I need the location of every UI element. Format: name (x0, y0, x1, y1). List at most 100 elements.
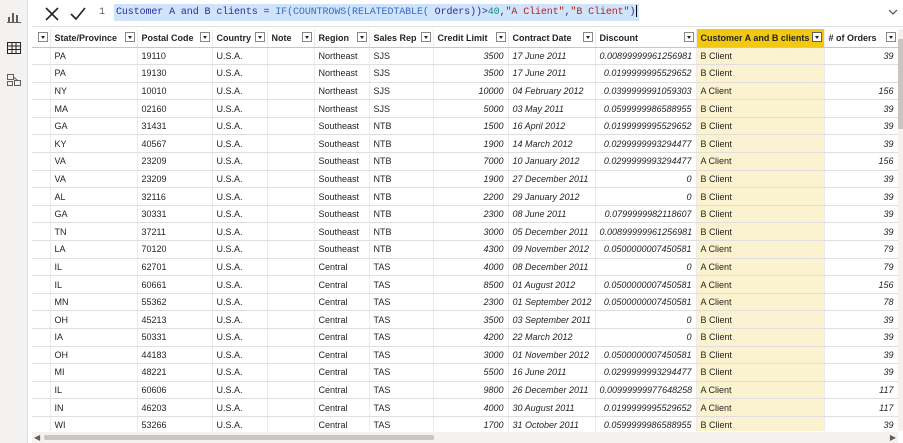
table-cell[interactable]: U.S.A. (212, 258, 268, 277)
table-row[interactable]: PA 19110 U.S.A. Northeast SJS 3500 17 June 201… (32, 47, 898, 66)
table-cell[interactable]: B Client (696, 328, 825, 347)
table-cell[interactable]: 3500 (433, 310, 509, 329)
table-cell[interactable] (267, 310, 315, 329)
table-row[interactable]: KY 40567 U.S.A. Southeast NTB 1900 14 March 20… (32, 134, 898, 154)
table-cell[interactable]: KY (50, 134, 138, 154)
dax-formula-input[interactable]: Customer A and B clients = IF(COUNTROWS(… (114, 4, 640, 21)
filter-dropdown-icon[interactable] (582, 32, 593, 42)
table-cell[interactable] (32, 99, 51, 118)
table-cell[interactable]: 39 (824, 363, 898, 382)
table-cell[interactable]: Southeast (314, 222, 370, 242)
table-cell[interactable]: MA (50, 99, 138, 118)
table-cell[interactable]: 3000 (433, 346, 509, 365)
table-cell[interactable]: Northeast (314, 47, 370, 66)
column-header[interactable]: Credit Limit (433, 29, 509, 48)
table-cell[interactable]: 09 November 2012 (508, 240, 596, 259)
table-cell[interactable]: U.S.A. (212, 64, 268, 83)
table-cell[interactable]: 19110 (137, 47, 213, 66)
table-cell[interactable]: A Client (696, 398, 825, 417)
table-cell[interactable] (267, 99, 315, 118)
table-cell[interactable]: Southeast (314, 152, 370, 171)
table-cell[interactable] (32, 170, 51, 189)
table-cell[interactable]: 0 (595, 310, 697, 329)
table-cell[interactable] (32, 47, 51, 66)
table-cell[interactable] (267, 328, 315, 347)
table-cell[interactable]: 4300 (433, 240, 509, 259)
table-cell[interactable]: 1700 (433, 416, 509, 431)
table-cell[interactable]: 117 (824, 398, 898, 417)
table-cell[interactable]: NTB (369, 205, 434, 224)
column-header[interactable]: Customer A and B clients (696, 29, 825, 48)
table-cell[interactable]: Central (314, 381, 370, 400)
table-cell[interactable] (32, 258, 51, 277)
table-cell[interactable]: 156 (824, 275, 898, 294)
filter-dropdown-icon[interactable] (124, 32, 135, 42)
table-cell[interactable]: 4200 (433, 328, 509, 347)
table-cell[interactable]: U.S.A. (212, 398, 268, 417)
table-cell[interactable]: 0.0799999982118607 (595, 205, 697, 224)
table-cell[interactable]: TAS (369, 258, 434, 277)
table-cell[interactable]: GA (50, 205, 138, 224)
table-cell[interactable]: 7000 (433, 152, 509, 171)
scroll-left-icon[interactable]: ◀ (34, 433, 40, 442)
table-cell[interactable] (267, 205, 315, 224)
filter-dropdown-icon[interactable] (356, 32, 367, 42)
table-cell[interactable]: 23209 (137, 170, 213, 189)
table-cell[interactable] (32, 205, 51, 224)
table-cell[interactable]: 0.0500000007450581 (595, 293, 697, 312)
table-cell[interactable]: U.S.A. (212, 152, 268, 171)
table-cell[interactable] (267, 258, 315, 277)
table-row[interactable]: IA 50331 U.S.A. Central TAS 4200 22 March 2012… (32, 328, 898, 347)
table-cell[interactable]: 60606 (137, 381, 213, 400)
table-cell[interactable]: MN (50, 293, 138, 312)
table-cell[interactable]: OH (50, 310, 138, 329)
table-cell[interactable] (267, 134, 315, 154)
table-cell[interactable] (32, 117, 51, 136)
table-cell[interactable]: MI (50, 363, 138, 382)
table-cell[interactable]: LA (50, 240, 138, 259)
table-icon[interactable] (6, 40, 22, 56)
table-row[interactable]: MI 48221 U.S.A. Central TAS 5500 16 June 2011 0… (32, 363, 898, 382)
table-cell[interactable]: B Client (696, 346, 825, 365)
table-cell[interactable] (32, 416, 51, 431)
table-row[interactable]: NY 10010 U.S.A. Northeast SJS 10000 04 Februar… (32, 82, 898, 101)
table-cell[interactable]: U.S.A. (212, 170, 268, 189)
table-cell[interactable]: U.S.A. (212, 346, 268, 365)
table-cell[interactable]: 23209 (137, 152, 213, 171)
table-row[interactable]: TN 37211 U.S.A. Southeast NTB 3000 05 December… (32, 222, 898, 242)
table-cell[interactable]: Central (314, 310, 370, 329)
table-cell[interactable]: NY (50, 82, 138, 101)
table-cell[interactable]: TN (50, 222, 138, 242)
filter-dropdown-icon[interactable] (254, 32, 265, 42)
table-cell[interactable] (267, 82, 315, 101)
table-cell[interactable]: NTB (369, 240, 434, 259)
table-cell[interactable]: NTB (369, 187, 434, 206)
table-cell[interactable]: 0 (595, 328, 697, 347)
table-cell[interactable] (32, 134, 51, 154)
table-cell[interactable]: 0 (595, 258, 697, 277)
table-cell[interactable] (267, 240, 315, 259)
column-header[interactable]: Sales Rep (369, 29, 434, 48)
table-cell[interactable]: 0.0599999986588955 (595, 416, 697, 431)
table-cell[interactable]: 44183 (137, 346, 213, 365)
table-cell[interactable]: 30331 (137, 205, 213, 224)
table-cell[interactable]: A Client (696, 293, 825, 312)
table-cell[interactable]: 0.0299999993294477 (595, 363, 697, 382)
table-cell[interactable]: U.S.A. (212, 47, 268, 66)
table-cell[interactable]: 156 (824, 82, 898, 101)
table-cell[interactable] (267, 398, 315, 417)
table-cell[interactable] (267, 346, 315, 365)
table-cell[interactable]: 8500 (433, 275, 509, 294)
table-cell[interactable]: SJS (369, 47, 434, 66)
table-cell[interactable]: 5000 (433, 99, 509, 118)
table-cell[interactable]: Southeast (314, 117, 370, 136)
table-cell[interactable]: IN (50, 398, 138, 417)
vertical-scroll-thumb[interactable] (898, 39, 903, 129)
filter-dropdown-icon[interactable] (301, 32, 312, 42)
table-cell[interactable]: 08 December 2011 (508, 258, 596, 277)
table-cell[interactable] (267, 47, 315, 66)
filter-dropdown-icon[interactable] (495, 32, 506, 42)
table-cell[interactable]: Southeast (314, 134, 370, 154)
model-icon[interactable] (6, 72, 22, 88)
table-cell[interactable]: Central (314, 293, 370, 312)
